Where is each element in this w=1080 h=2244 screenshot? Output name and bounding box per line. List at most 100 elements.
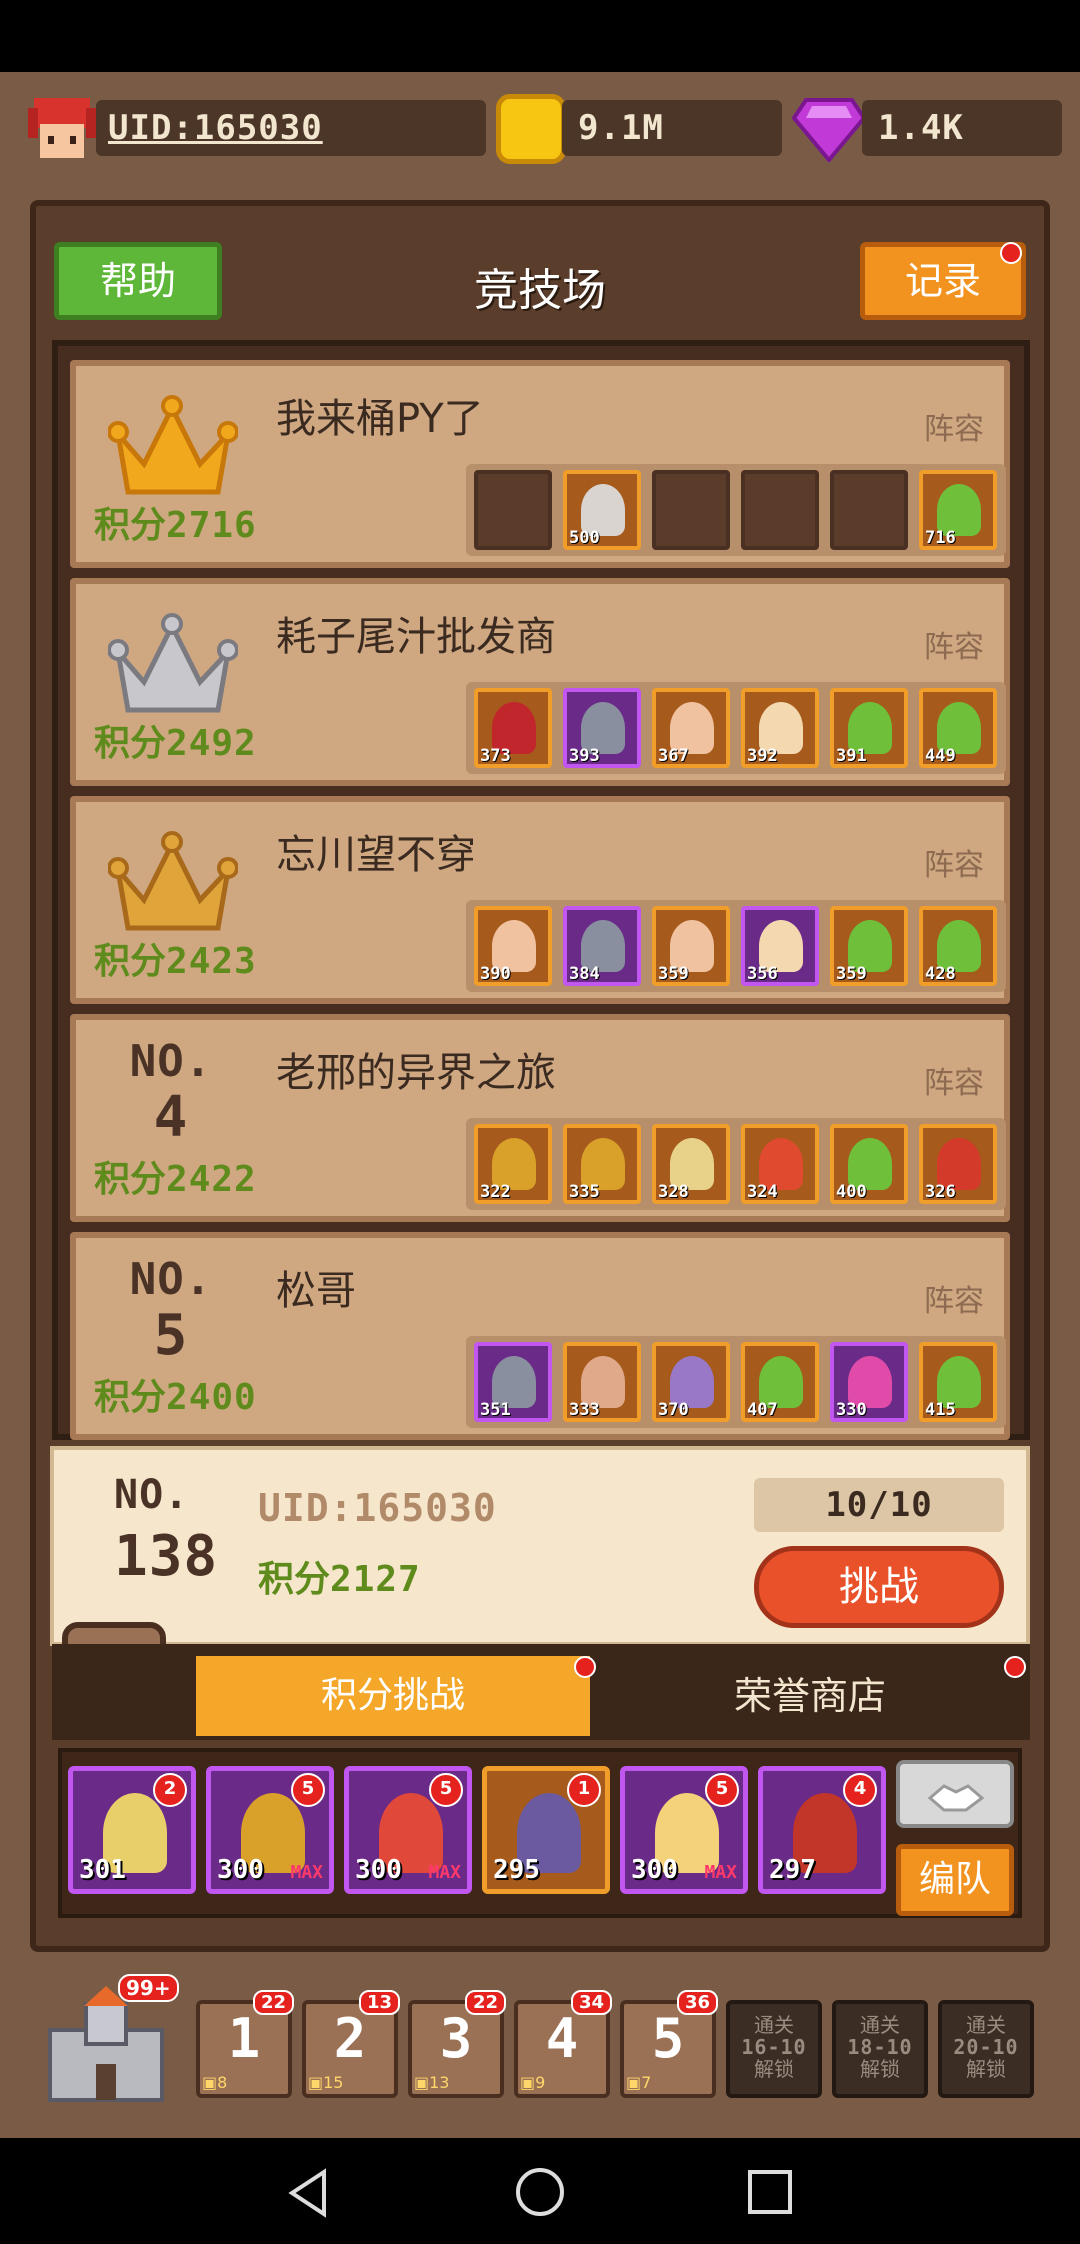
- stage-count-badge: 13: [358, 1990, 400, 2015]
- hero-slot[interactable]: 428: [919, 906, 997, 986]
- hero-level: 333: [569, 1400, 600, 1420]
- bronze-crown-icon: [108, 831, 238, 931]
- hero-slot[interactable]: 335: [563, 1124, 641, 1204]
- hero-slot[interactable]: 328: [652, 1124, 730, 1204]
- stage-button[interactable]: 4 34 ▣9: [514, 1990, 612, 2098]
- tab-score-challenge[interactable]: 积分挑战: [196, 1656, 590, 1736]
- hero-level: 392: [747, 746, 778, 766]
- stage-button[interactable]: 2 13 ▣15: [302, 1990, 400, 2098]
- hero-slot[interactable]: 326: [919, 1124, 997, 1204]
- hero-level: 716: [925, 528, 956, 548]
- gold-coin-icon: [496, 94, 566, 164]
- rank-no: NO.: [129, 1036, 213, 1087]
- my-uid: UID:165030: [258, 1486, 497, 1530]
- team-hero-slot[interactable]: 5 300 MAX: [344, 1766, 472, 1894]
- hero-slot[interactable]: 500: [563, 470, 641, 550]
- my-score-prefix: 积分: [258, 1559, 331, 1600]
- hero-slot[interactable]: 322: [474, 1124, 552, 1204]
- team-hero-slot[interactable]: 1 295: [482, 1766, 610, 1894]
- hero-slot[interactable]: 367: [652, 688, 730, 768]
- hero-slot[interactable]: 415: [919, 1342, 997, 1422]
- hero-slot[interactable]: 333: [563, 1342, 641, 1422]
- leaderboard-card[interactable]: 忘川望不穿 阵容 积分2423 390 384 359 356 359 428: [70, 796, 1010, 1004]
- hero-slot[interactable]: 384: [563, 906, 641, 986]
- locked-stage-button[interactable]: 通关 16-10 解锁: [726, 2000, 822, 2098]
- red-hair-hero-icon: [28, 98, 96, 158]
- hero-lineup-strip: 351 333 370 407 330 415: [466, 1336, 1006, 1428]
- stage-button[interactable]: 1 22 ▣8: [196, 1990, 294, 2098]
- team-hero-slot[interactable]: 5 300 MAX: [620, 1766, 748, 1894]
- team-hero-slot[interactable]: 4 297: [758, 1766, 886, 1894]
- tab-honor-shop[interactable]: 荣誉商店: [610, 1656, 1010, 1736]
- hero-level: 400: [836, 1182, 867, 1202]
- locked-line-2: 20-10: [953, 2035, 1019, 2059]
- locked-stage-button[interactable]: 通关 20-10 解锁: [938, 2000, 1034, 2098]
- hero-slot[interactable]: 392: [741, 688, 819, 768]
- lineup-label[interactable]: 阵容: [924, 1058, 984, 1102]
- hero-slot[interactable]: 351: [474, 1342, 552, 1422]
- stage-count-badge: 22: [252, 1990, 294, 2015]
- hero-star-badge: 5: [291, 1773, 325, 1807]
- hero-level: 330: [836, 1400, 867, 1420]
- max-label: MAX: [428, 1862, 461, 1883]
- empty-hero-slot: [652, 470, 730, 550]
- lineup-label[interactable]: 阵容: [924, 1276, 984, 1320]
- challenge-button[interactable]: 挑战: [754, 1546, 1004, 1628]
- hero-slot[interactable]: 359: [830, 906, 908, 986]
- uid-text: UID:165030: [108, 108, 323, 148]
- hero-slot[interactable]: 391: [830, 688, 908, 768]
- hero-slot[interactable]: 370: [652, 1342, 730, 1422]
- hero-slot[interactable]: 373: [474, 688, 552, 768]
- hero-slot[interactable]: 390: [474, 906, 552, 986]
- leaderboard-card[interactable]: NO. 4 老邢的异界之旅 阵容 积分2422 322 335 328 324 4…: [70, 1014, 1010, 1222]
- lineup-label[interactable]: 阵容: [924, 404, 984, 448]
- hero-slot[interactable]: 324: [741, 1124, 819, 1204]
- hero-star-badge: 1: [567, 1773, 601, 1807]
- stage-count-badge: 36: [676, 1990, 718, 2015]
- hero-slot[interactable]: 393: [563, 688, 641, 768]
- team-hero-slot[interactable]: 2 301: [68, 1766, 196, 1894]
- stage-button[interactable]: 3 22 ▣13: [408, 1990, 506, 2098]
- my-score: 积分2127: [258, 1550, 421, 1602]
- player-score: 积分2492: [94, 723, 257, 764]
- lineup-label[interactable]: 阵容: [924, 622, 984, 666]
- my-score-value: 2127: [330, 1559, 421, 1600]
- formation-button[interactable]: 编队: [896, 1844, 1014, 1916]
- chest-count: ▣7: [626, 2073, 652, 2092]
- locked-stage-button[interactable]: 通关 18-10 解锁: [832, 2000, 928, 2098]
- hero-level: 300: [217, 1855, 264, 1885]
- locked-line-1: 通关: [966, 2013, 1006, 2037]
- leaderboard-card[interactable]: 耗子尾汁批发商 阵容 积分2492 373 393 367 392 391 44…: [70, 578, 1010, 786]
- player-name: 我来桶PY了: [276, 396, 484, 442]
- recents-square-icon[interactable]: [746, 2168, 794, 2216]
- stage-button[interactable]: 5 36 ▣7: [620, 1990, 718, 2098]
- locked-line-3: 解锁: [966, 2057, 1006, 2081]
- leaderboard-card[interactable]: NO. 5 松哥 阵容 积分2400 351 333 370 407 330 41…: [70, 1232, 1010, 1440]
- hero-slot[interactable]: 330: [830, 1342, 908, 1422]
- home-circle-icon[interactable]: [514, 2166, 566, 2218]
- help-button[interactable]: 帮助: [54, 242, 222, 320]
- hero-level: 324: [747, 1182, 778, 1202]
- player-name: 松哥: [276, 1268, 356, 1314]
- hero-slot[interactable]: 359: [652, 906, 730, 986]
- hero-slot[interactable]: 356: [741, 906, 819, 986]
- my-rank-panel: NO. 138 UID:165030 积分2127 10/10 挑战: [50, 1446, 1030, 1646]
- empty-hero-slot: [474, 470, 552, 550]
- rank-label: NO. 5: [96, 1252, 246, 1364]
- hero-slot[interactable]: 716: [919, 470, 997, 550]
- rank-label: NO. 4: [96, 1034, 246, 1146]
- player-avatar[interactable]: [22, 90, 102, 170]
- hero-slot[interactable]: 400: [830, 1124, 908, 1204]
- castle-icon[interactable]: [44, 1984, 168, 2104]
- bond-button[interactable]: [896, 1760, 1014, 1828]
- hero-slot[interactable]: 449: [919, 688, 997, 768]
- locked-line-1: 通关: [860, 2013, 900, 2037]
- lineup-label[interactable]: 阵容: [924, 840, 984, 884]
- hero-slot[interactable]: 407: [741, 1342, 819, 1422]
- my-rank-no: NO.: [114, 1472, 190, 1518]
- hero-level: 300: [631, 1855, 678, 1885]
- team-hero-slot[interactable]: 5 300 MAX: [206, 1766, 334, 1894]
- hero-star-badge: 2: [153, 1773, 187, 1807]
- back-triangle-icon[interactable]: [284, 2168, 334, 2218]
- leaderboard-card[interactable]: 我来桶PY了 阵容 积分2716 500 716: [70, 360, 1010, 568]
